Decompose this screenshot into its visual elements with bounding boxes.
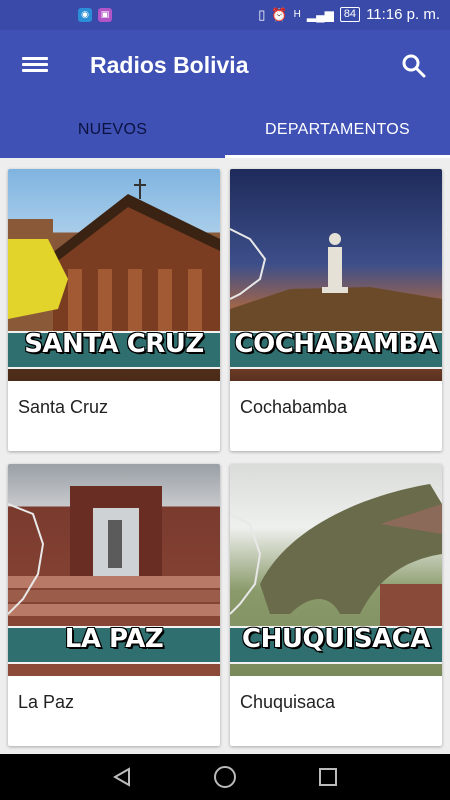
home-icon[interactable]: [213, 765, 237, 789]
back-icon[interactable]: [110, 765, 134, 789]
la-paz-image: LA PAZ: [8, 464, 220, 676]
card-la-paz[interactable]: LA PAZ La Paz: [8, 464, 220, 746]
status-bar: ◉ ▣ ▯ ⏰ H ▂▄▆ 84 11:16 p. m.: [0, 0, 450, 30]
banner-text: LA PAZ: [64, 624, 164, 654]
card-title: La Paz: [18, 692, 75, 712]
status-indicators: ▯ ⏰ H ▂▄▆ 84 11:16 p. m.: [258, 6, 440, 23]
banner-text: SANTA CRUZ: [24, 329, 204, 359]
card-cochabamba[interactable]: COCHABAMBA Cochabamba: [230, 169, 442, 451]
vibrate-icon: ▯: [258, 6, 266, 22]
app-notification-icon: ◉: [78, 8, 92, 22]
tab-departamentos[interactable]: DEPARTAMENTOS: [225, 102, 450, 158]
tab-label: DEPARTAMENTOS: [265, 121, 410, 138]
clock: 11:16 p. m.: [366, 6, 440, 23]
app-bar: Radios Bolivia NUEVOS DEPARTAMENTOS: [0, 30, 450, 158]
banner-text: COCHABAMBA: [234, 329, 438, 359]
card-title: Cochabamba: [240, 397, 348, 417]
card-chuquisaca[interactable]: CHUQUISACA Chuquisaca: [230, 464, 442, 746]
chuquisaca-image: CHUQUISACA: [230, 464, 442, 676]
system-nav-bar: [0, 754, 450, 800]
tab-label: NUEVOS: [77, 121, 148, 138]
notification-icons: ◉ ▣: [78, 8, 112, 22]
banner-text: CHUQUISACA: [242, 624, 430, 654]
card-santa-cruz[interactable]: SANTA CRUZ Santa Cruz: [8, 169, 220, 451]
card-title: Chuquisaca: [240, 692, 336, 712]
battery-icon: 84: [339, 7, 361, 22]
search-icon[interactable]: [400, 52, 428, 80]
network-type: H: [293, 9, 301, 20]
card-title: Santa Cruz: [18, 397, 109, 417]
signal-icon: ▂▄▆: [306, 7, 334, 22]
image-notification-icon: ▣: [98, 8, 112, 22]
cochabamba-image: COCHABAMBA: [230, 169, 442, 381]
alarm-icon: ⏰: [271, 6, 288, 22]
tab-bar: NUEVOS DEPARTAMENTOS: [0, 102, 450, 158]
app-title: Radios Bolivia: [90, 52, 249, 78]
recents-icon[interactable]: [316, 765, 340, 789]
santa-cruz-image: SANTA CRUZ: [8, 169, 220, 381]
hamburger-menu-icon[interactable]: [22, 54, 48, 78]
departments-grid: SANTA CRUZ Santa Cruz COCHABAMBA Cochaba…: [0, 158, 450, 754]
tab-nuevos[interactable]: NUEVOS: [0, 102, 225, 158]
